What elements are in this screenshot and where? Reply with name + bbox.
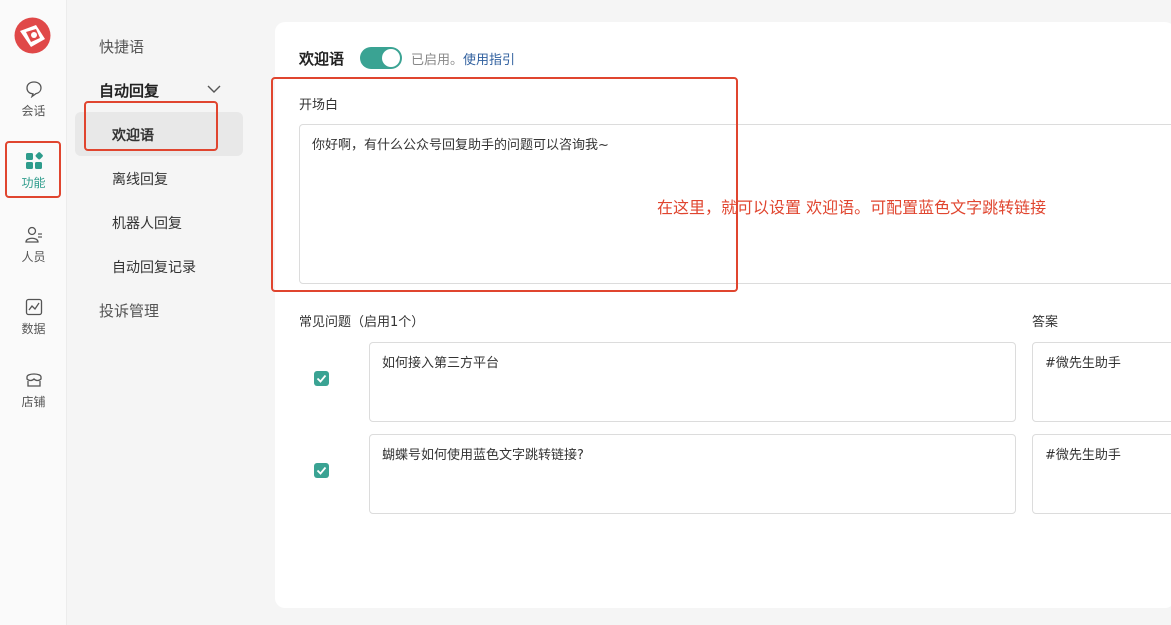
- guide-link[interactable]: 使用指引: [463, 49, 515, 68]
- subnav-item-quick-phrases[interactable]: 快捷语: [99, 36, 144, 57]
- faq-checkbox[interactable]: [314, 463, 329, 478]
- rail-item-data[interactable]: 数据: [0, 298, 67, 337]
- subnav-item-bot-reply[interactable]: 机器人回复: [112, 213, 182, 233]
- answer-label: 答案: [1032, 315, 1059, 330]
- rail-item-people[interactable]: 人员: [0, 226, 67, 265]
- rail-item-chat[interactable]: 会话: [0, 80, 67, 119]
- rail-label-data: 数据: [21, 322, 46, 336]
- faq-answer-input[interactable]: #微先生助手: [1032, 434, 1171, 514]
- check-icon: [316, 374, 327, 383]
- chevron-down-icon[interactable]: [207, 84, 221, 94]
- check-icon: [316, 466, 327, 475]
- page-title: 欢迎语: [299, 49, 345, 68]
- subnav-group-auto-reply[interactable]: 自动回复: [99, 80, 259, 101]
- subnav-item-offline-reply[interactable]: 离线回复: [112, 169, 168, 189]
- sub-nav: 快捷语 自动回复 欢迎语 离线回复 机器人回复 自动回复记录 投诉管理: [67, 0, 252, 625]
- rail-label-people: 人员: [21, 250, 46, 264]
- app-root: 会话 功能 人员 数据 店铺 快捷语 自动回复 欢迎语 离线回复 机器人回复 自…: [0, 0, 1171, 625]
- highlight-box-subnav: [84, 101, 218, 151]
- enable-toggle[interactable]: [360, 47, 403, 69]
- highlight-box-rail: [5, 141, 61, 198]
- logo-icon: [14, 17, 51, 54]
- rail-item-store[interactable]: 店铺: [0, 371, 67, 410]
- rail-label-store: 店铺: [21, 395, 46, 409]
- icon-rail: 会话 功能 人员 数据 店铺: [0, 0, 67, 625]
- faq-question-input[interactable]: 如何接入第三方平台: [369, 342, 1016, 422]
- chart-icon: [25, 298, 42, 316]
- faq-question-input[interactable]: 蝴蝶号如何使用蓝色文字跳转链接?: [369, 434, 1016, 514]
- faq-label: 常见问题（启用1个）: [299, 315, 425, 330]
- title-row: 欢迎语 已启用。 使用指引: [299, 45, 515, 71]
- rail-label-chat: 会话: [21, 104, 46, 118]
- subnav-item-complaints[interactable]: 投诉管理: [99, 300, 159, 321]
- annotation-note: 在这里，就可以设置 欢迎语。可配置蓝色文字跳转链接: [657, 198, 1047, 217]
- faq-checkbox[interactable]: [314, 371, 329, 386]
- status-text: 已启用。: [411, 52, 464, 68]
- store-icon: [25, 373, 42, 387]
- toggle-knob: [382, 49, 401, 67]
- people-icon: [24, 226, 42, 243]
- chat-icon: [25, 81, 42, 98]
- faq-answer-input[interactable]: #微先生助手: [1032, 342, 1171, 422]
- highlight-box-opening: [271, 77, 738, 292]
- subnav-item-reply-records[interactable]: 自动回复记录: [112, 257, 196, 277]
